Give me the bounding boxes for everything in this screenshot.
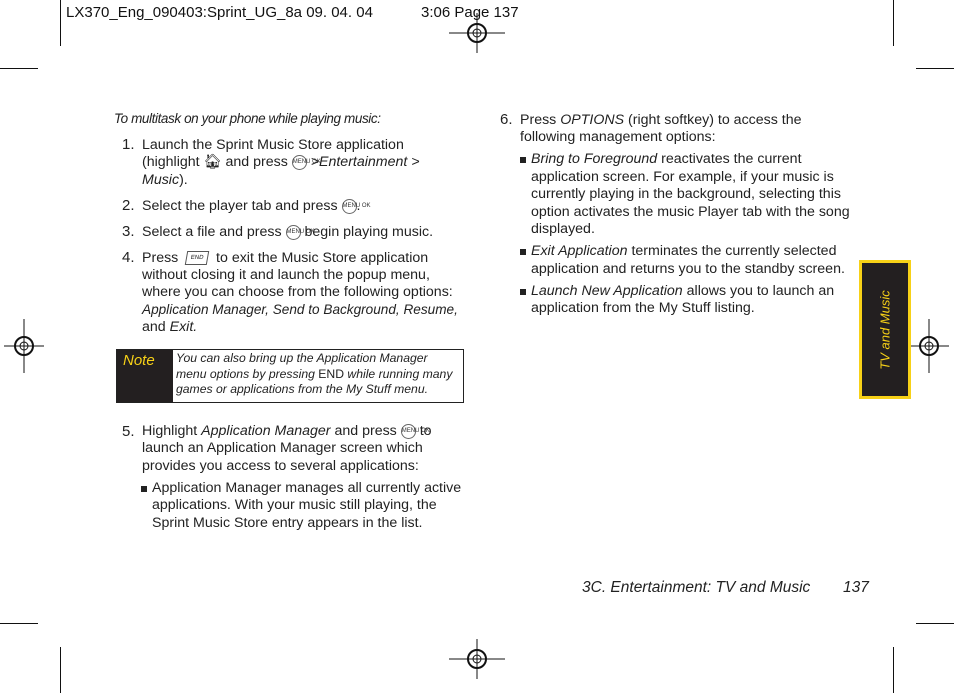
menu-ok-key-icon: MENU OK [291,154,321,170]
text: Exit. [169,319,198,335]
text: Press [142,250,179,266]
crop-mark [60,0,61,46]
step-text: where you can choose from the following … [142,284,453,300]
text: and press [225,154,288,170]
bullet-icon [520,289,526,295]
menu-path: Music [142,172,180,188]
step-text: Music). [142,172,188,188]
bullet-text: Launch New Application allows you to lau… [531,283,834,299]
step-text: Highlight Application Manager and press … [142,423,432,439]
registration-target-icon [4,319,44,373]
bullet-text: Exit Application terminates the currentl… [531,243,836,259]
menu-ok-key-icon: MENU OK [341,198,371,214]
menu-ok-key-icon: MENU OK [285,224,315,240]
bullet-text: Application Manager manages all currentl… [152,480,462,496]
note-box: Note You can also bring up the Applicati… [116,349,464,403]
crop-mark [916,68,954,69]
text: You can also bring up the Application Ma… [176,351,428,365]
bullet-text: applications. With your music still play… [152,497,437,513]
footer-section: 3C. Entertainment: TV and Music [582,579,811,596]
step-text: Press OPTIONS (right softkey) to access … [520,112,802,128]
bullet-text: currently playing in the background, sel… [531,186,841,202]
intro-heading: To multitask on your phone while playing… [114,111,381,126]
bullet-text: option activates the music Player tab wi… [531,204,850,220]
text: ). [179,172,188,188]
text: Select a file and press [142,224,282,240]
bullet-text: Bring to Foreground reactivates the curr… [531,151,802,167]
step-number: 4. [122,249,135,266]
text: begin playing music. [304,224,434,240]
step-number: 5. [122,423,135,440]
home-icon: 🏠︎ [203,154,222,170]
text: to exit the Music Store application [216,250,429,266]
crop-mark [893,0,894,46]
step-text: Application Manager, Send to Background,… [142,302,458,317]
bullet-text: Sprint Music Store entry appears in the … [152,515,423,531]
text: and press [334,423,397,439]
bullet-text: application and returns you to the stand… [531,261,845,277]
note-label: Note [117,350,173,402]
note-text: You can also bring up the Application Ma… [176,351,452,398]
text: menu options by pressing [176,366,315,381]
bullet-icon [520,157,526,163]
section-side-tab: TV and Music [859,260,911,399]
step-number: 6. [500,111,513,128]
step-text: Select a file and press MENU OK begin pl… [142,224,433,240]
text: Press [520,112,557,128]
softkey-label: OPTIONS [560,112,625,128]
crop-mark [0,68,38,69]
option-term: Launch New Application [531,283,683,299]
page-number: 137 [843,579,869,596]
step-text: and Exit. [142,319,197,335]
crop-mark [916,623,954,624]
option-term: Exit Application [531,243,628,259]
text: Select the player tab and press [142,198,338,214]
crop-mark [60,647,61,693]
registration-target-icon [449,639,505,679]
step-text: (highlight 🏠︎ and press MENU OK >Enterta… [142,154,420,170]
step-text: without closing it and launch the popup … [142,267,430,283]
step-text: launch an Application Manager screen whi… [142,440,423,456]
text: Highlight [142,423,198,439]
text: (highlight [142,154,200,170]
text: allows you to launch an [686,283,835,299]
bullet-icon [141,486,147,492]
crop-mark [893,647,894,693]
print-slug: LX370_Eng_090403:Sprint_UG_8a 09. 04. 04 [66,4,373,21]
step-text: following management options: [520,129,716,145]
end-key-text: END [318,366,345,381]
step-number: 3. [122,223,135,240]
bullet-text: displayed. [531,221,595,237]
text: reactivates the current [661,151,802,167]
registration-target-icon [909,319,949,373]
print-time-page: 3:06 Page 137 [421,4,519,21]
step-number: 1. [122,136,135,153]
bullet-text: application screen. For example, if your… [531,169,834,185]
manual-page: LX370_Eng_090403:Sprint_UG_8a 09. 04. 04… [0,0,954,693]
text: to [419,423,432,439]
bullet-text: application from the My Stuff listing. [531,300,755,316]
menu-item: Application Manager [201,423,331,439]
text: games or applications from the My Stuff … [176,382,428,396]
option-term: Bring to Foreground [531,151,658,167]
step-text: Press END to exit the Music Store applic… [142,250,428,266]
step-text: Launch the Sprint Music Store applicatio… [142,137,404,153]
text: terminates the currently selected [631,243,837,259]
text: and [142,319,166,335]
end-key-icon: END [184,251,210,266]
text: . [356,198,361,214]
step-text: Select the player tab and press MENU OK. [142,198,371,214]
step-text: provides you access to several applicati… [142,458,419,474]
side-tab-label: TV and Music [877,289,893,370]
text: while running many [347,366,453,381]
menu-ok-key-icon: MENU OK [400,423,430,439]
step-number: 2. [122,197,135,214]
bullet-icon [520,249,526,255]
crop-mark [0,623,38,624]
menu-path: >Entertainment > [310,154,420,170]
text: (right softkey) to access the [628,112,802,128]
